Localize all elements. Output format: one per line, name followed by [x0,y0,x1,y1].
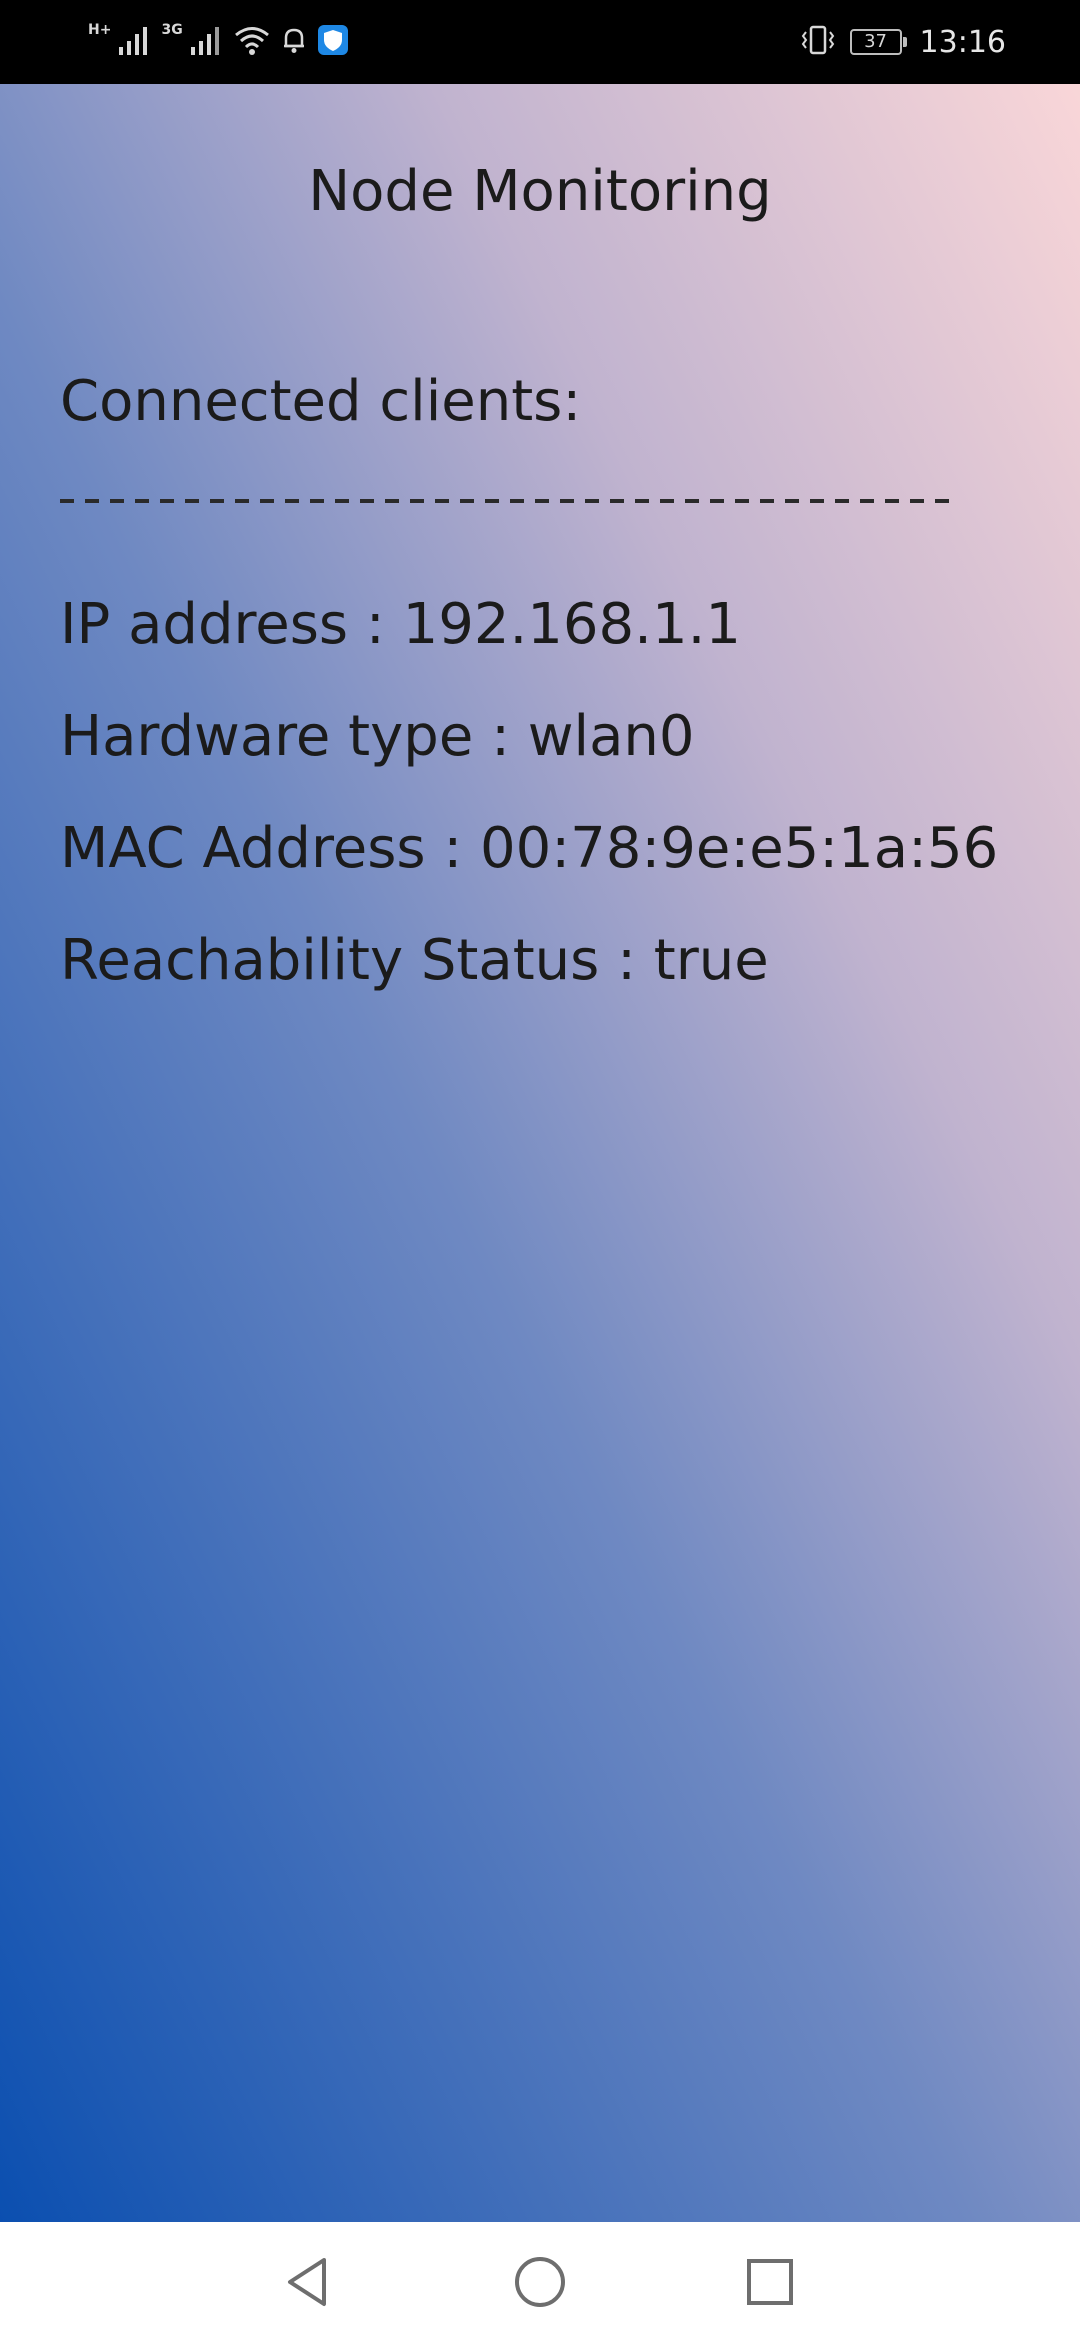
connected-clients-heading: Connected clients: [60,369,582,434]
battery-level: 37 [864,31,887,52]
page-title: Node Monitoring [308,159,772,224]
ip-address-text: IP address : 192.168.1.1 [60,592,741,657]
recents-icon[interactable] [738,2250,802,2314]
wifi-icon [233,23,271,61]
signal-strength-icon-sim2 [189,23,223,61]
mac-address-text: MAC Address : 00:78:9e:e5:1a:56 [60,816,999,881]
reachability-status-text: Reachability Status : true [60,928,769,993]
status-right-icons: 37 13:16 [798,18,1006,66]
signal-strength-icon-sim1 [117,23,151,61]
network-type-label-sim2: 3G [161,22,183,38]
vibrate-icon [798,23,838,61]
shield-app-icon [317,24,349,60]
network-type-label-sim1: H+ [88,22,112,38]
status-bar: H+ 3G 37 13:16 [0,0,1080,84]
home-icon[interactable] [508,2250,572,2314]
hardware-type-text: Hardware type : wlan0 [60,704,695,769]
back-icon[interactable] [276,2250,340,2314]
status-time: 13:16 [919,24,1006,60]
divider-line [60,488,960,524]
battery-icon: 37 [849,29,907,55]
navigation-bar [0,2222,1080,2340]
main-content: Node Monitoring Connected clients: IP ad… [0,84,1080,2222]
notification-bell-icon [281,25,307,59]
status-left-icons: H+ 3G [88,18,349,66]
